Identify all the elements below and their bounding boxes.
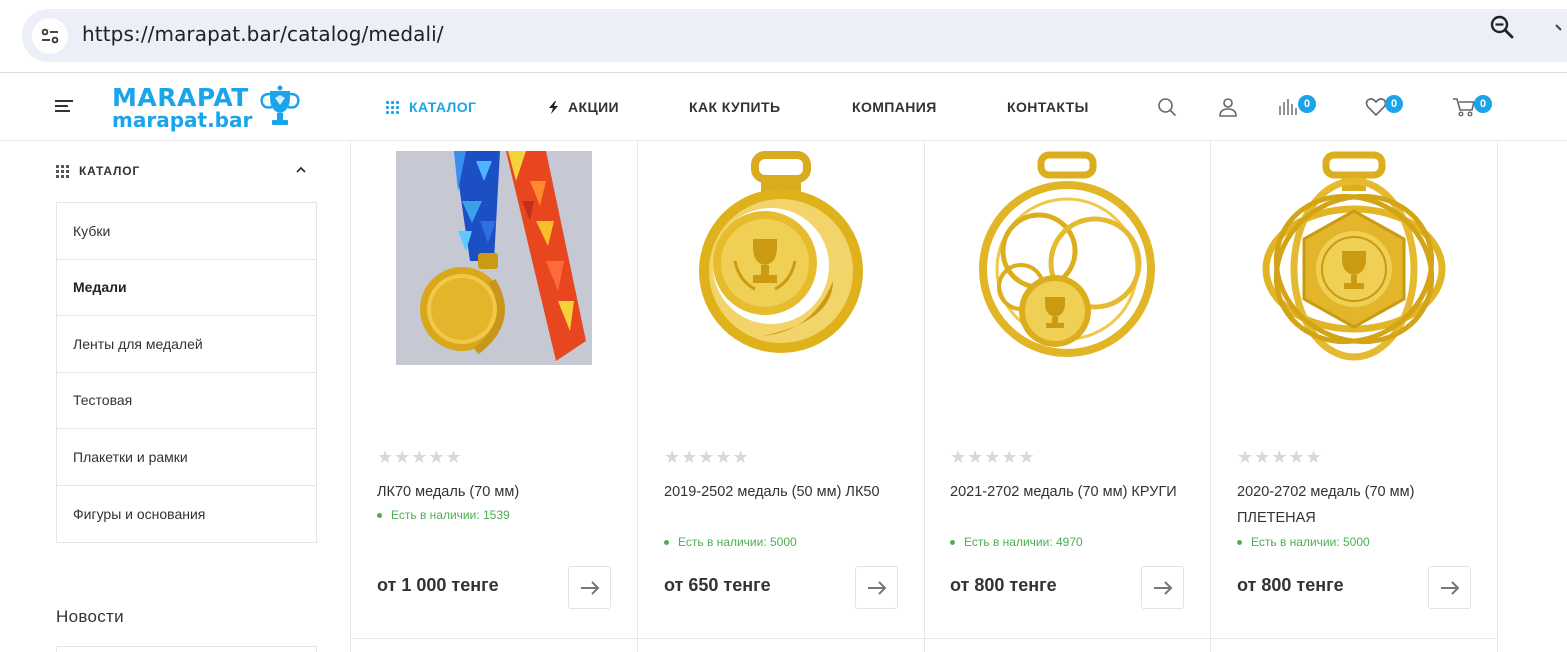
stock-dot-icon [377,512,382,518]
sidebar-item-figures[interactable]: Фигуры и основания [57,486,316,543]
stock-text: Есть в наличии: 5000 [678,535,797,549]
medal-woven-image [1262,151,1446,361]
sidebar-item-cups[interactable]: Кубки [57,203,316,260]
product-card[interactable]: ★★★★★ ЛК70 медаль (70 мм) Есть в наличии… [351,141,638,639]
sidebar-title: КАТАЛОГ [79,164,140,178]
arrow-right-icon [1440,580,1459,595]
product-name[interactable]: 2020-2702 медаль (70 мм) ПЛЕТЕНАЯ [1237,479,1482,531]
sidebar-catalog-header[interactable]: КАТАЛОГ [56,162,316,180]
grid-icon [386,100,399,114]
nav-company-label: КОМПАНИЯ [852,99,937,115]
lightning-icon [549,100,558,114]
heart-icon [1365,98,1387,117]
cart-count-badge: 0 [1474,95,1492,113]
stock-dot-icon [1237,539,1242,545]
details-arrow-button[interactable] [1428,566,1471,609]
grid-icon [56,164,69,178]
product-price: от 800 тенге [950,575,1057,595]
nav-company[interactable]: КОМПАНИЯ [852,99,937,115]
address-bar[interactable]: https://marapat.bar/catalog/medali/ [22,9,1567,62]
nav-how-to-buy-label: КАК КУПИТЬ [689,99,781,115]
product-image[interactable] [1256,151,1452,365]
nav-contacts-label: КОНТАКТЫ [1007,99,1089,115]
rating-stars: ★★★★★ [950,447,1036,467]
product-price: от 1 000 тенге [377,575,499,595]
logo-subtitle: marapat.bar [112,108,253,132]
nav-catalog[interactable]: КАТАЛОГ [386,99,476,115]
sidebar-item-medal-ribbons[interactable]: Ленты для медалей [57,316,316,373]
favorites-count-badge: 0 [1385,95,1403,113]
product-card[interactable]: ★★★★★ 2020-2702 медаль (70 мм) ПЛЕТЕНАЯ … [1211,141,1498,639]
stock-status: Есть в наличии: 1539 [377,508,510,522]
compare-button[interactable]: 0 [1278,95,1316,118]
sidebar-item-medals[interactable]: Медали [57,260,316,316]
product-card[interactable]: ★★★★★ 2019-2502 медаль (50 мм) ЛК50 Есть… [638,141,925,639]
product-price: от 800 тенге [1237,575,1344,595]
stock-dot-icon [664,539,669,545]
search-icon[interactable] [1157,96,1177,118]
sidebar-item-plaques[interactable]: Плакетки и рамки [57,429,316,486]
logo[interactable]: MARAPAT marapat.bar [110,81,310,133]
site-header: MARAPAT marapat.bar КАТАЛОГ АКЦИИ КАК КУ… [0,74,1567,141]
stock-text: Есть в наличии: 5000 [1251,535,1370,549]
zoom-out-icon[interactable] [1487,12,1517,42]
product-price: от 650 тенге [664,575,771,595]
nav-catalog-label: КАТАЛОГ [409,99,477,115]
arrow-right-icon [580,580,599,595]
product-image[interactable] [683,151,879,365]
rating-stars: ★★★★★ [377,447,463,467]
product-name[interactable]: ЛК70 медаль (70 мм) [377,479,622,505]
arrow-right-icon [867,580,886,595]
product-name[interactable]: 2021-2702 медаль (70 мм) КРУГИ [950,479,1195,505]
stock-status: Есть в наличии: 5000 [1237,535,1370,549]
nav-contacts[interactable]: КОНТАКТЫ [1007,99,1089,115]
product-card[interactable]: ★★★★★ 2021-2702 медаль (70 мм) КРУГИ Ест… [924,141,1211,639]
nav-promotions[interactable]: АКЦИИ [549,99,619,115]
product-grid: ★★★★★ ЛК70 медаль (70 мм) Есть в наличии… [350,141,1498,652]
chevron-up-icon[interactable] [296,166,306,173]
arrow-right-icon [1153,580,1172,595]
product-card-next-row [638,639,925,652]
product-image[interactable] [969,151,1165,365]
compare-count-badge: 0 [1298,95,1316,113]
rating-stars: ★★★★★ [1237,447,1323,467]
nav-how-to-buy[interactable]: КАК КУПИТЬ [689,99,780,115]
cart-icon [1453,98,1476,117]
browser-toolbar: https://marapat.bar/catalog/medali/ [0,0,1567,73]
product-image[interactable] [396,151,592,365]
trophy-icon [260,85,300,125]
sidebar-category-list: Кубки Медали Ленты для медалей Тестовая … [56,202,317,543]
url-text[interactable]: https://marapat.bar/catalog/medali/ [82,22,444,46]
stock-status: Есть в наличии: 5000 [664,535,797,549]
medal-with-ribbon-image [396,151,592,365]
rating-stars: ★★★★★ [664,447,750,467]
stock-text: Есть в наличии: 1539 [391,508,510,522]
cart-button[interactable]: 0 [1452,95,1492,118]
user-icon[interactable] [1218,96,1238,118]
compare-icon [1279,99,1297,115]
details-arrow-button[interactable] [568,566,611,609]
nav-promotions-label: АКЦИИ [568,99,620,115]
medal-cup-image [699,151,863,353]
details-arrow-button[interactable] [1141,566,1184,609]
product-card-next-row [924,639,1211,652]
sidebar-item-test[interactable]: Тестовая [57,373,316,429]
product-card-next-row [1211,639,1498,652]
site-info-icon[interactable] [32,18,68,54]
medal-circles-image [979,151,1155,357]
product-card-next-row [351,639,638,652]
chevron-down-icon[interactable] [1553,20,1567,34]
stock-status: Есть в наличии: 4970 [950,535,1083,549]
favorites-button[interactable]: 0 [1365,95,1403,118]
burger-menu-icon[interactable] [55,100,73,114]
news-heading[interactable]: Новости [56,607,124,627]
news-box [56,646,317,652]
details-arrow-button[interactable] [855,566,898,609]
stock-dot-icon [950,539,955,545]
product-name[interactable]: 2019-2502 медаль (50 мм) ЛК50 [664,479,909,505]
stock-text: Есть в наличии: 4970 [964,535,1083,549]
